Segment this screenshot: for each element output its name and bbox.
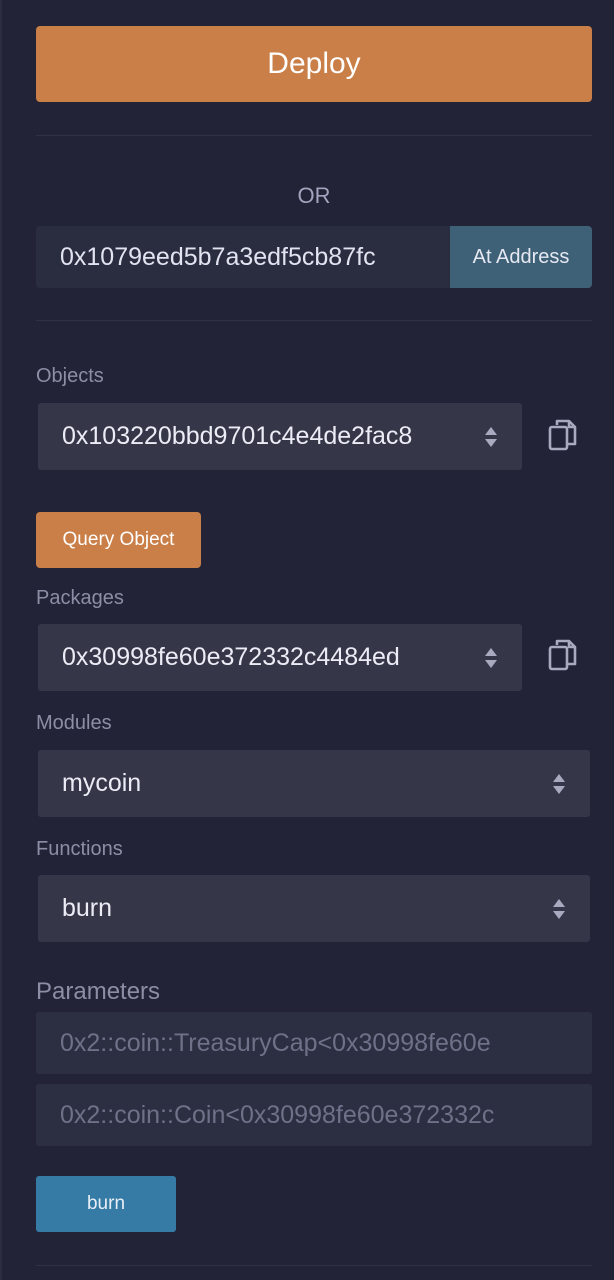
parameter-input[interactable]: 0x2::coin::TreasuryCap<0x30998fe60e (36, 1012, 592, 1074)
address-input-value: 0x1079eed5b7a3edf5cb87fc (60, 242, 376, 271)
or-separator: OR (297, 183, 331, 208)
divider (36, 320, 592, 321)
parameters-label: Parameters (36, 978, 161, 1005)
select-arrows-icon (552, 896, 566, 922)
packages-select-value: 0x30998fe60e372332c4484ed (62, 643, 400, 671)
address-input[interactable]: 0x1079eed5b7a3edf5cb87fc (36, 226, 450, 288)
objects-select[interactable]: 0x103220bbd9701c4e4de2fac8 (38, 403, 522, 470)
at-address-button[interactable]: At Address (450, 226, 592, 288)
parameter-placeholder: 0x2::coin::Coin<0x30998fe60e372332c (60, 1100, 495, 1129)
deploy-panel: Deploy OR 0x1079eed5b7a3edf5cb87fc At Ad… (0, 0, 614, 1280)
parameter-input[interactable]: 0x2::coin::Coin<0x30998fe60e372332c (36, 1084, 592, 1146)
modules-select[interactable]: mycoin (38, 750, 590, 817)
packages-label: Packages (36, 587, 124, 609)
select-arrows-icon (552, 771, 566, 797)
functions-label: Functions (36, 838, 123, 860)
select-arrows-icon (484, 424, 498, 450)
copy-icon[interactable] (547, 638, 577, 672)
divider (36, 135, 592, 136)
modules-label: Modules (36, 712, 112, 734)
packages-select[interactable]: 0x30998fe60e372332c4484ed (38, 624, 522, 691)
parameter-placeholder: 0x2::coin::TreasuryCap<0x30998fe60e (60, 1028, 491, 1057)
burn-button[interactable]: burn (36, 1176, 176, 1232)
deploy-button[interactable]: Deploy (36, 26, 592, 102)
divider (36, 1265, 592, 1266)
modules-select-value: mycoin (62, 769, 142, 797)
functions-select-value: burn (62, 894, 113, 922)
query-object-button[interactable]: Query Object (36, 512, 201, 568)
functions-select[interactable]: burn (38, 875, 590, 942)
select-arrows-icon (484, 645, 498, 671)
objects-label: Objects (36, 365, 104, 387)
copy-icon[interactable] (547, 418, 577, 452)
objects-select-value: 0x103220bbd9701c4e4de2fac8 (62, 422, 413, 450)
